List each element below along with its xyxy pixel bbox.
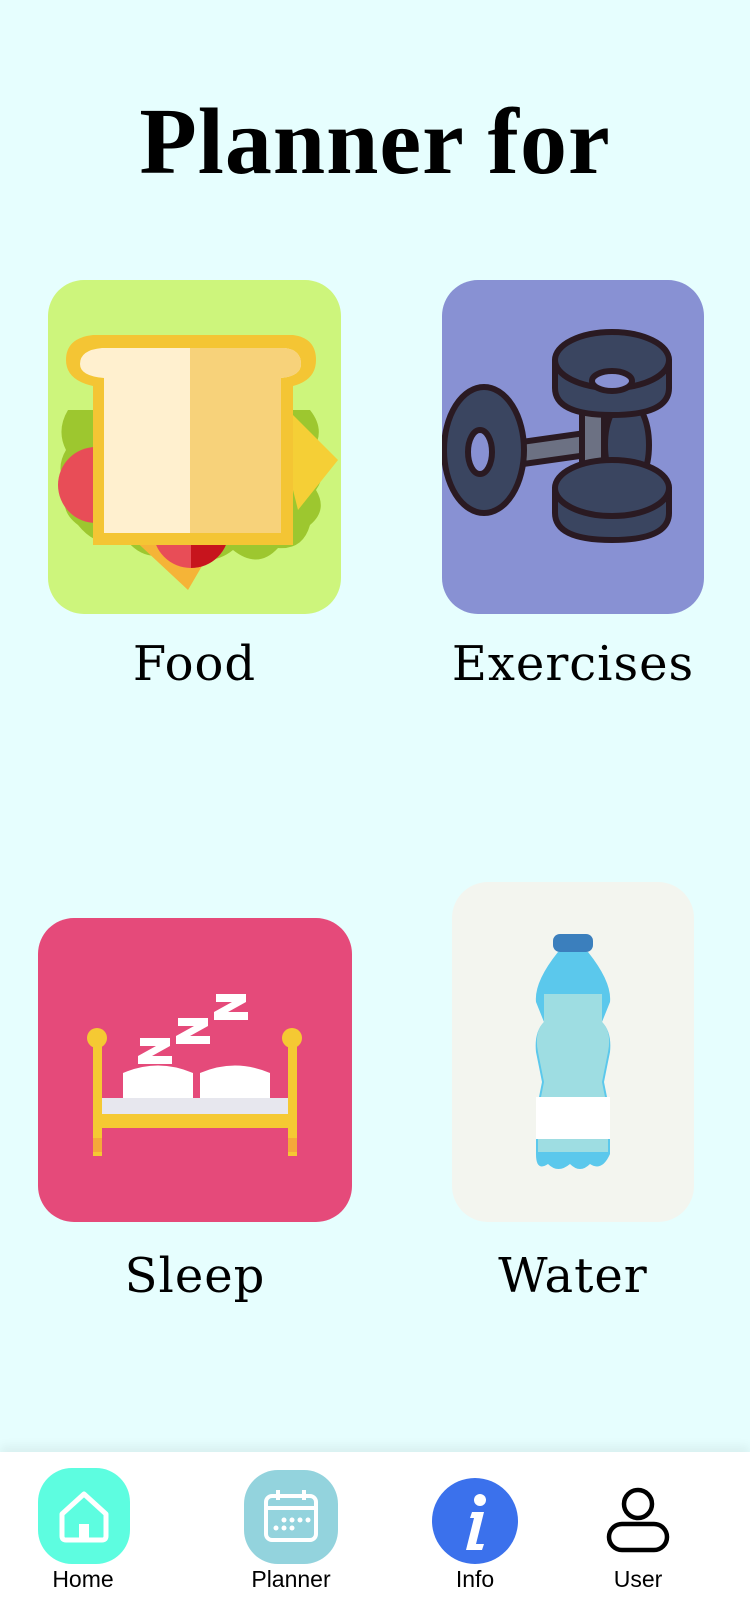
tile-label-food: Food — [132, 636, 257, 692]
nav-item-user[interactable]: User — [594, 1452, 682, 1624]
home-icon[interactable] — [38, 1468, 130, 1564]
calendar-icon[interactable] — [244, 1470, 338, 1564]
nav-label-home: Home — [52, 1566, 114, 1592]
bed-icon — [87, 994, 302, 1156]
exercises-card[interactable] — [442, 280, 704, 614]
tile-label-sleep: Sleep — [124, 1248, 266, 1304]
nav-label-planner: Planner — [251, 1566, 331, 1592]
tile-label-exercises: Exercises — [451, 636, 695, 692]
nav-label-user: User — [613, 1566, 663, 1592]
user-icon[interactable] — [606, 1486, 670, 1554]
food-card[interactable] — [48, 280, 341, 614]
nav-item-info[interactable]: Info — [428, 1452, 522, 1624]
nav-item-planner[interactable]: Planner — [236, 1452, 346, 1624]
nav-item-home[interactable]: Home — [30, 1452, 136, 1624]
tile-food[interactable]: Food — [48, 280, 341, 700]
nav-label-info: Info — [455, 1566, 495, 1592]
tile-water[interactable]: Water — [452, 882, 694, 1308]
water-bottle-icon — [535, 934, 611, 1169]
sandwich-icon — [58, 335, 338, 590]
sleep-card[interactable] — [38, 918, 352, 1222]
tile-label-water: Water — [498, 1248, 648, 1304]
tile-exercises[interactable]: Exercises — [442, 280, 704, 700]
tile-sleep[interactable]: Sleep — [38, 918, 352, 1308]
bottom-navigation: Home Planner Info User — [0, 1452, 750, 1624]
water-card[interactable] — [452, 882, 694, 1222]
page-title: Planner for — [139, 90, 611, 194]
info-icon[interactable] — [432, 1478, 518, 1564]
dumbbell-icon — [442, 329, 672, 543]
